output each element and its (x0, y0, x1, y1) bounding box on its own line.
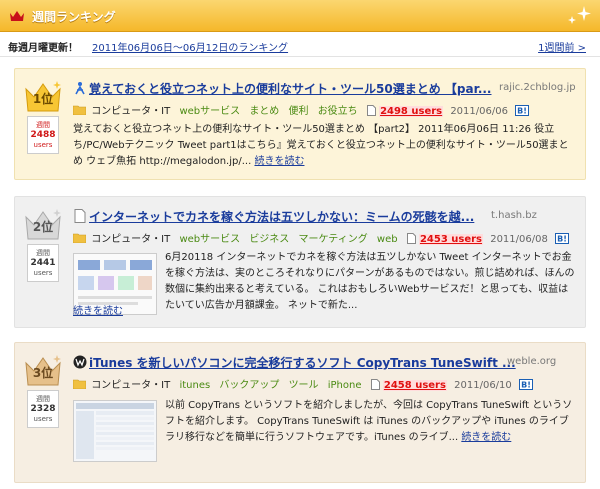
update-schedule-label: 毎週月曜更新！ (8, 43, 78, 54)
weekly-users-box: 週間 2488 users (27, 116, 59, 154)
read-more-link[interactable]: 続きを読む (73, 302, 123, 317)
entry-meta: コンピュータ・IT itunes バックアップ ツール iPhone 2458 … (73, 376, 533, 391)
rank-badge: 3位 (23, 355, 63, 387)
previous-week-link[interactable]: 1週間前 > (538, 39, 586, 54)
rank-label: 1位 (32, 92, 54, 106)
users-label: users (33, 141, 53, 149)
hatena-bookmark-button-icon[interactable]: B! (555, 233, 570, 244)
tag-link[interactable]: ツール (289, 380, 319, 391)
ranking-period-link[interactable]: 2011年06月06日〜06月12日のランキング (92, 39, 288, 54)
tag-link[interactable]: バックアップ (219, 380, 279, 391)
weekly-users-count: 2441 (30, 258, 56, 268)
tag-link[interactable]: web (377, 234, 398, 245)
weekly-label: 週間 (36, 395, 50, 403)
tag-link[interactable]: 便利 (289, 106, 309, 117)
rank-label: 3位 (32, 366, 54, 380)
entry-title-link[interactable]: 覚えておくと役立つネット上の便利なサイト・ツール50選まとめ 【par... (89, 80, 492, 97)
bookmark-users-link[interactable]: 2458 users (382, 380, 447, 391)
page-favicon-icon (74, 209, 86, 223)
bookmark-users-link[interactable]: 2453 users (418, 234, 484, 245)
users-label: users (33, 269, 53, 277)
tag-link[interactable]: webサービス (179, 234, 240, 245)
tag-link[interactable]: itunes (179, 380, 210, 391)
bookmark-page-icon (406, 233, 416, 244)
description-text: 6月20118 インターネットでカネを稼ぐ方法は五ツしかない Tweet インタ… (165, 252, 575, 311)
rank-badge: 1位 (23, 81, 63, 113)
entry-meta: コンピュータ・IT webサービス まとめ 便利 お役立ち 2498 users… (73, 102, 530, 117)
rank-badge: 2位 (23, 209, 63, 241)
entry-meta: コンピュータ・IT webサービス ビジネス マーケティング web 2453 … (73, 230, 570, 245)
svg-text:B!: B! (521, 381, 531, 390)
ranking-entry-3: 3位 週間 2328 users iTunes を新しいパソコンに完全移行するソ… (14, 342, 586, 483)
entry-date: 2011/06/10 (454, 380, 512, 391)
site-favicon-icon (75, 82, 85, 95)
ranking-header: 週間ランキング (0, 0, 600, 32)
w-favicon-icon (73, 355, 87, 369)
entry-title-link[interactable]: インターネットでカネを稼ぐ方法は五ツしかない：ミームの死骸を越... (89, 208, 474, 225)
read-more-link[interactable]: 続きを読む (461, 432, 511, 443)
hatena-bookmark-button-icon[interactable]: B! (518, 379, 533, 390)
weekly-label: 週間 (36, 249, 50, 257)
bookmark-users-link[interactable]: 2498 users (379, 106, 444, 117)
bookmark-page-icon (370, 379, 380, 390)
header-title: 週間ランキング (32, 10, 116, 24)
entry-domain: t.hash.bz (491, 210, 537, 221)
crown-icon (10, 11, 24, 21)
svg-text:B!: B! (517, 107, 527, 116)
category-link[interactable]: コンピュータ・IT (91, 380, 170, 391)
folder-icon (73, 233, 86, 243)
category-link[interactable]: コンピュータ・IT (91, 106, 170, 117)
bookmark-page-icon (366, 105, 376, 116)
folder-icon (73, 379, 86, 389)
tag-link[interactable]: お役立ち (318, 106, 358, 117)
entry-title-link[interactable]: iTunes を新しいパソコンに完全移行するソフト CopyTrans Tune… (89, 354, 516, 371)
sparkle-icon (568, 6, 591, 24)
entry-thumbnail[interactable] (73, 400, 157, 462)
weekly-users-box: 週間 2441 users (27, 244, 59, 282)
entry-description: 覚えておくと役立つネット上の便利なサイト・ツール50選まとめ 【part2】 2… (73, 122, 573, 170)
category-link[interactable]: コンピュータ・IT (91, 234, 170, 245)
ranking-entry-1: 1位 週間 2488 users 覚えておくと役立つネット上の便利なサイト・ツー… (14, 68, 586, 180)
tag-link[interactable]: ビジネス (249, 234, 289, 245)
tag-link[interactable]: まとめ (249, 106, 279, 117)
entry-date: 2011/06/08 (490, 234, 548, 245)
entry-domain: weble.org (507, 356, 557, 367)
users-label: users (33, 415, 53, 423)
tag-link[interactable]: webサービス (179, 106, 240, 117)
entry-date: 2011/06/06 (450, 106, 508, 117)
entry-description: 6月20118 インターネットでカネを稼ぐ方法は五ツしかない Tweet インタ… (165, 250, 575, 314)
folder-icon (73, 105, 86, 115)
ranking-entry-2: 2位 週間 2441 users インターネットでカネを稼ぐ方法は五ツしかない：… (14, 196, 586, 328)
weekly-label: 週間 (36, 121, 50, 129)
description-text: 覚えておくと役立つネット上の便利なサイト・ツール50選まとめ 【part2】 2… (73, 124, 569, 167)
weekly-users-count: 2488 (30, 130, 56, 140)
ranking-subbar: 毎週月曜更新！ 2011年06月06日〜06月12日のランキング 1週間前 > (0, 33, 600, 57)
tag-link[interactable]: マーケティング (299, 234, 368, 245)
rank-label: 2位 (32, 220, 54, 234)
svg-text:B!: B! (557, 235, 567, 244)
weekly-users-count: 2328 (30, 404, 56, 414)
entry-domain: rajic.2chblog.jp (499, 82, 576, 93)
weekly-users-box: 週間 2328 users (27, 390, 59, 428)
read-more-link[interactable]: 続きを読む (254, 156, 304, 167)
tag-link[interactable]: iPhone (328, 380, 362, 391)
thumbnail-image (74, 401, 156, 461)
entry-description: 以前 CopyTrans というソフトを紹介しましたが、今回は CopyTran… (165, 398, 575, 446)
hatena-bookmark-button-icon[interactable]: B! (515, 105, 530, 116)
